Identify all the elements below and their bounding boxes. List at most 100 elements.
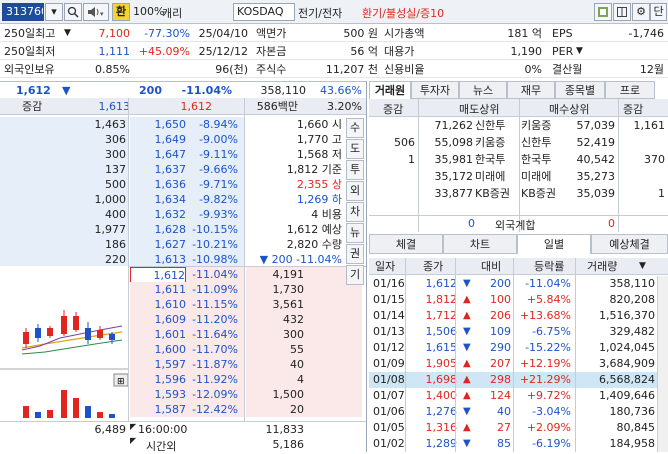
daily-row[interactable]: 01/13 1,506 ▼ 109 -6.75% 329,482 bbox=[369, 324, 668, 340]
daily-row[interactable]: 01/07 1,400 ▲ 124 +9.72% 1,409,646 bbox=[369, 388, 668, 404]
right-tab-1[interactable]: 투자자 bbox=[411, 81, 459, 99]
ask-row[interactable]: 220 1,613 -10.98% ▼ 200 -11.04% bbox=[0, 252, 366, 267]
broker-buy-qty: 52,419 bbox=[576, 136, 616, 149]
list-icon[interactable] bbox=[594, 3, 612, 21]
daily-tab-2[interactable]: 일별 bbox=[517, 234, 591, 254]
daily-rate: -6.19% bbox=[532, 437, 571, 450]
ask-row[interactable]: 186 1,627 -10.21% 2,820 수량 bbox=[0, 237, 366, 252]
down-arrow-icon: ▼ bbox=[463, 278, 471, 289]
ask-row[interactable]: 1,977 1,628 -10.15% 1,612 예상 bbox=[0, 222, 366, 237]
up-arrow-icon: ▲ bbox=[463, 422, 471, 433]
ask-row[interactable]: 300 1,647 -9.11% 1,568 저 bbox=[0, 147, 366, 162]
side-tab-5[interactable]: 뉴 bbox=[346, 223, 364, 243]
broker-buy-name: 한국투 bbox=[521, 153, 552, 166]
daily-row[interactable]: 01/08 1,698 ▲ 298 +21.29% 6,568,824 bbox=[369, 372, 668, 388]
foreign-sell: 0 bbox=[468, 217, 475, 230]
daily-volume: 820,208 bbox=[609, 293, 656, 306]
daily-close: 1,712 bbox=[425, 309, 458, 322]
chevron-down-icon[interactable]: ▼ bbox=[576, 43, 583, 60]
right-tab-2[interactable]: 뉴스 bbox=[459, 81, 507, 99]
daily-row[interactable]: 01/02 1,289 ▼ 85 -6.19% 184,958 bbox=[369, 436, 668, 452]
divider bbox=[418, 99, 419, 232]
ask-info: 1,770 고 bbox=[296, 133, 342, 146]
daily-change: 27 bbox=[497, 421, 511, 434]
daily-row[interactable]: 01/06 1,276 ▼ 40 -3.04% 180,736 bbox=[369, 404, 668, 420]
corner-icon: ◤ bbox=[130, 422, 137, 431]
bid-qty: 1,500 bbox=[272, 388, 305, 401]
side-tab-0[interactable]: 수 bbox=[346, 118, 364, 138]
daily-volume: 80,845 bbox=[616, 421, 656, 434]
side-tab-6[interactable]: 권 bbox=[346, 244, 364, 264]
ask-info: 1,660 시 bbox=[296, 118, 342, 131]
bid-rate: -12.09% bbox=[192, 388, 238, 401]
layout-icon[interactable] bbox=[613, 3, 631, 21]
ask-row[interactable]: 137 1,637 -9.66% 1,812 기준 bbox=[0, 162, 366, 177]
foreign-buy: 0 bbox=[608, 217, 615, 230]
ask-row[interactable]: 400 1,632 -9.93% 4 비용 bbox=[0, 207, 366, 222]
broker-buy-name: KB증권 bbox=[521, 187, 556, 200]
daily-head-rate: 등락률 bbox=[534, 260, 565, 273]
ask-price: 1,636 bbox=[154, 178, 187, 191]
foreign-label: 외국계합 bbox=[495, 219, 536, 232]
up-arrow-icon: ▲ bbox=[463, 390, 471, 401]
side-tab-3[interactable]: 외 bbox=[346, 181, 364, 201]
bid-rate: -11.09% bbox=[192, 283, 238, 296]
daily-close: 1,698 bbox=[425, 373, 458, 386]
daily-change: 40 bbox=[497, 405, 511, 418]
divider bbox=[513, 258, 514, 452]
daily-rate: +21.29% bbox=[519, 373, 571, 386]
daily-date: 01/13 bbox=[373, 325, 405, 338]
divider bbox=[575, 258, 576, 452]
gear-icon[interactable]: ⚙ bbox=[632, 3, 650, 21]
daily-row[interactable]: 01/15 1,812 ▲ 100 +5.84% 820,208 bbox=[369, 292, 668, 308]
unit-button[interactable]: 단 bbox=[650, 3, 667, 21]
daily-date: 01/14 bbox=[373, 309, 405, 322]
side-tab-4[interactable]: 차 bbox=[346, 202, 364, 222]
ask-row[interactable]: 306 1,649 -9.00% 1,770 고 bbox=[0, 132, 366, 147]
daily-row[interactable]: 01/09 1,905 ▲ 207 +12.19% 3,684,909 bbox=[369, 356, 668, 372]
daily-change: 200 bbox=[490, 277, 511, 290]
daily-tab-0[interactable]: 체결 bbox=[369, 234, 443, 254]
ask-qty: 186 bbox=[105, 238, 126, 251]
ask-rate: -10.21% bbox=[192, 238, 238, 251]
bid-price: 1,600 bbox=[154, 343, 187, 356]
ask-info: 2,820 수량 bbox=[286, 238, 342, 251]
daily-row[interactable]: 01/16 1,612 ▼ 200 -11.04% 358,110 bbox=[369, 276, 668, 292]
side-tab-1[interactable]: 도 bbox=[346, 139, 364, 159]
bid-price: 1,610 bbox=[154, 298, 187, 311]
side-tab-2[interactable]: 투 bbox=[346, 160, 364, 180]
chevron-down-icon[interactable]: ▼ bbox=[639, 258, 646, 275]
broker-buy-name: 신한투 bbox=[521, 136, 552, 149]
daily-close: 1,316 bbox=[425, 421, 458, 434]
divider bbox=[405, 258, 406, 452]
bid-qty: 4 bbox=[297, 373, 304, 386]
scrollbar[interactable] bbox=[657, 276, 668, 452]
broker-head-2: 매도상위 bbox=[459, 103, 500, 116]
right-tab-4[interactable]: 종목별 bbox=[555, 81, 605, 99]
ask-row[interactable]: 1,000 1,634 -9.82% 1,269 하 bbox=[0, 192, 366, 207]
daily-tab-3[interactable]: 예상체결 bbox=[591, 234, 668, 254]
daily-row[interactable]: 01/12 1,615 ▼ 290 -15.22% 1,024,045 bbox=[369, 340, 668, 356]
right-tab-3[interactable]: 재무 bbox=[507, 81, 555, 99]
daily-tab-1[interactable]: 차트 bbox=[443, 234, 517, 254]
bid-price: 1,609 bbox=[154, 313, 187, 326]
ask-row[interactable]: 500 1,636 -9.71% 2,355 상 bbox=[0, 177, 366, 192]
up-arrow-icon: ▲ bbox=[463, 374, 471, 385]
daily-change: 100 bbox=[490, 293, 511, 306]
side-tab-7[interactable]: 기 bbox=[346, 265, 364, 285]
ask-rate: -8.94% bbox=[199, 118, 238, 131]
daily-row[interactable]: 01/05 1,316 ▲ 27 +2.09% 80,845 bbox=[369, 420, 668, 436]
daily-date: 01/08 bbox=[373, 373, 405, 386]
ask-row[interactable]: 1,463 1,650 -8.94% 1,660 시 bbox=[0, 117, 366, 132]
daily-row[interactable]: 01/14 1,712 ▲ 206 +13.68% 1,516,370 bbox=[369, 308, 668, 324]
daily-date: 01/07 bbox=[373, 389, 405, 402]
info-label: 신용비율 bbox=[384, 63, 425, 76]
ask-qty: 1,977 bbox=[94, 223, 127, 236]
ask-rate: -10.15% bbox=[192, 223, 238, 236]
right-tab-0[interactable]: 거래원 bbox=[369, 81, 411, 99]
bid-total: 11,833 bbox=[265, 423, 305, 436]
daily-volume: 6,568,824 bbox=[599, 373, 655, 386]
svg-text:⊞: ⊞ bbox=[117, 377, 125, 387]
right-tab-5[interactable]: 프로 bbox=[605, 81, 655, 99]
ask-price: 1,634 bbox=[154, 193, 187, 206]
